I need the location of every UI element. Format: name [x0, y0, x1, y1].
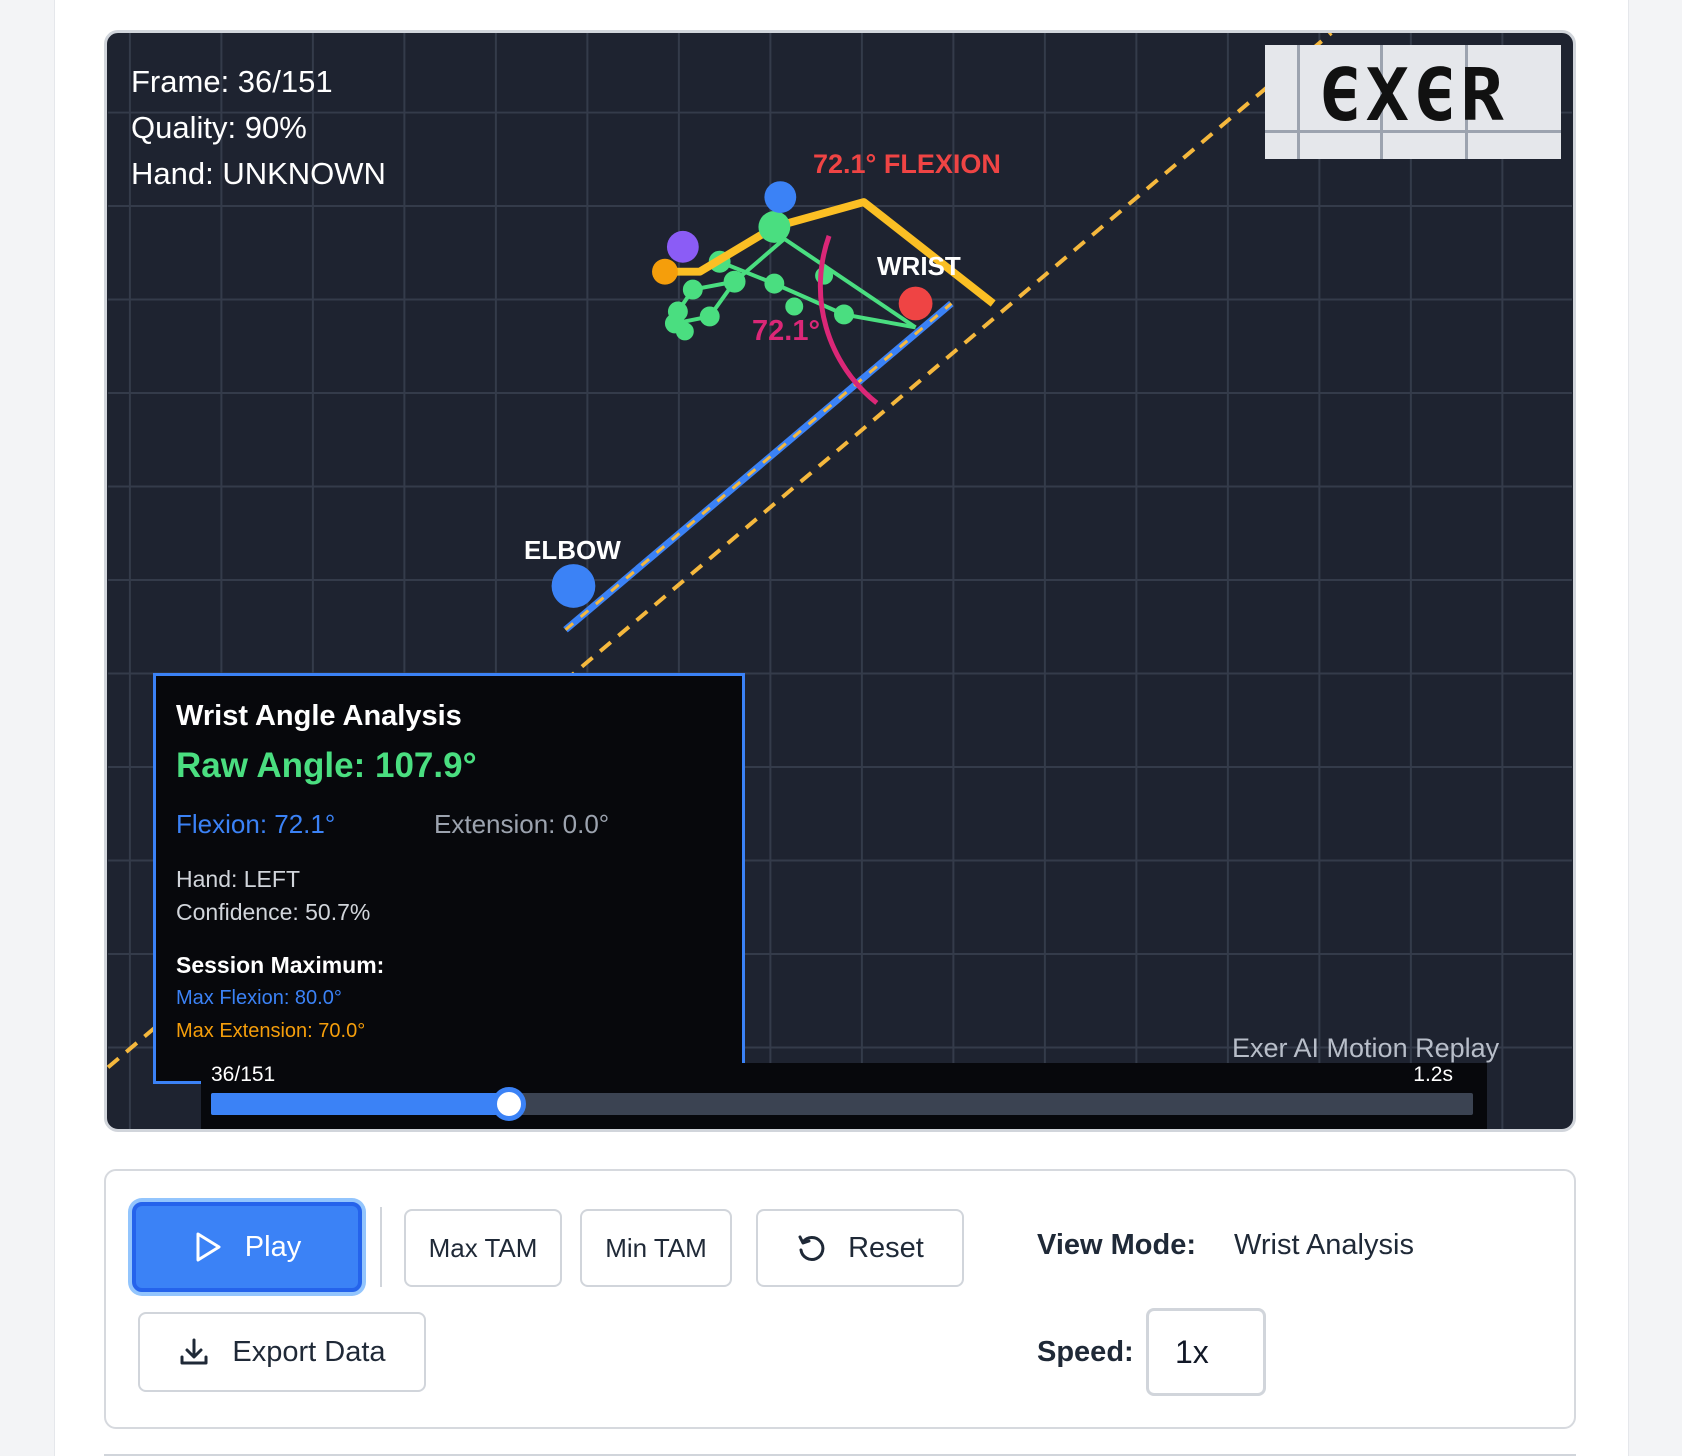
timeline-bar[interactable]: 36/151 1.2s [201, 1063, 1487, 1129]
speed-select[interactable]: 1x [1146, 1308, 1266, 1396]
wrist-joint [898, 286, 933, 321]
max-extension: Max Extension: 70.0° [176, 1020, 366, 1042]
view-mode-value[interactable]: Wrist Analysis [1234, 1229, 1414, 1262]
finger-tip [652, 258, 678, 285]
reset-label: Reset [848, 1231, 924, 1264]
timeline-progress [211, 1093, 504, 1115]
flexion-value: Flexion: 72.1° [176, 809, 336, 839]
play-label: Play [244, 1230, 302, 1263]
logo-text: ЄXЄR [1318, 53, 1508, 137]
reset-icon [798, 1235, 825, 1261]
elbow-label: ELBOW [524, 535, 621, 565]
wrist-label: WRIST [877, 251, 961, 281]
speed-label: Speed: [1037, 1336, 1134, 1368]
reset-button[interactable]: Reset [756, 1209, 964, 1287]
timeline-scrubber-handle[interactable] [491, 1087, 526, 1121]
max-tam-button[interactable]: Max TAM [404, 1209, 562, 1287]
export-label: Export Data [232, 1335, 386, 1368]
hud-info: Frame: 36/151 Quality: 90% Hand: UNKNOWN [131, 59, 386, 197]
view-mode-label: View Mode: [1037, 1229, 1196, 1261]
quality-readout: Quality: 90% [131, 110, 307, 145]
index-joint [758, 211, 791, 243]
frame-counter: Frame: 36/151 [131, 64, 333, 99]
controls-divider [380, 1207, 382, 1287]
analysis-title: Wrist Angle Analysis [176, 700, 462, 732]
hand-value: Hand: LEFT [176, 866, 300, 892]
exer-logo: ЄXЄR [1265, 45, 1561, 159]
play-icon [196, 1232, 221, 1262]
flexion-label: 72.1° FLEXION [813, 149, 1001, 179]
session-max-title: Session Maximum: [176, 952, 385, 978]
min-tam-label: Min TAM [605, 1232, 707, 1263]
wrist-analysis-panel: Wrist Angle Analysis Raw Angle: 107.9° F… [153, 673, 745, 1084]
replay-watermark: Exer AI Motion Replay [1232, 1033, 1500, 1063]
arc-angle-label: 72.1° [752, 315, 821, 347]
extension-value: Extension: 0.0° [434, 809, 610, 839]
max-tam-label: Max TAM [428, 1232, 538, 1263]
hand-readout: Hand: UNKNOWN [131, 156, 386, 191]
download-icon [180, 1338, 208, 1365]
timeline-time-label: 1.2s [1413, 1063, 1453, 1086]
play-button[interactable]: Play [132, 1202, 362, 1292]
knuckle-joint [764, 181, 797, 214]
motion-viewer[interactable]: Frame: 36/151 Quality: 90% Hand: UNKNOWN… [104, 30, 1576, 1132]
raw-angle: Raw Angle: 107.9° [176, 746, 477, 785]
min-tam-button[interactable]: Min TAM [580, 1209, 732, 1287]
confidence-value: Confidence: 50.7% [176, 899, 371, 925]
max-flexion: Max Flexion: 80.0° [176, 987, 342, 1009]
timeline-track[interactable] [211, 1087, 1473, 1121]
controls-panel: Play Max TAM Min TAM Reset Export Data V… [104, 1169, 1576, 1429]
timeline-frame-label: 36/151 [211, 1063, 276, 1086]
thumb-tip [666, 230, 699, 263]
elbow-joint [551, 564, 596, 608]
export-data-button[interactable]: Export Data [138, 1312, 426, 1392]
